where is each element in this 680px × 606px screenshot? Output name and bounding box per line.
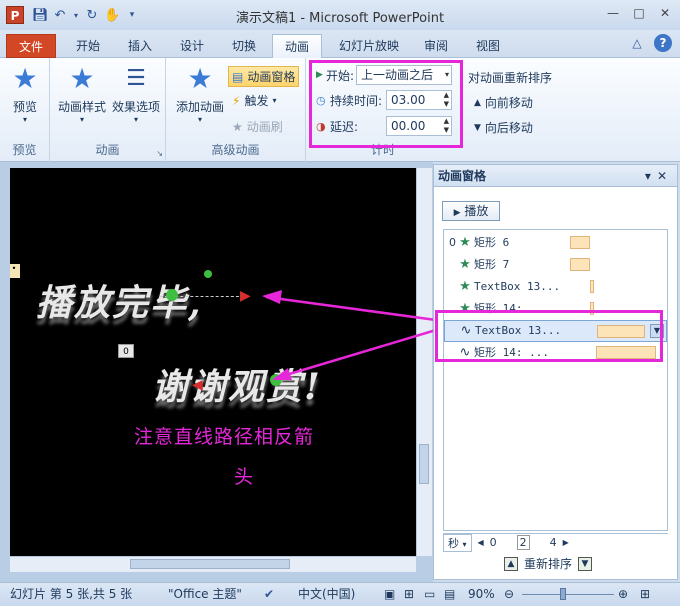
chevron-down-icon: ▾ xyxy=(462,539,467,549)
theme-status[interactable]: "Office 主题" xyxy=(168,583,242,605)
arrow-head-2 xyxy=(272,368,292,380)
timing-bar[interactable] xyxy=(570,236,590,249)
status-bar: 幻灯片 第 5 张,共 5 张 "Office 主题" ✔ 中文(中国) ▣ ⊞… xyxy=(0,582,680,606)
move-up-icon[interactable]: ▲ xyxy=(504,556,518,571)
animation-list: 0 ★ 矩形 6 ★ 矩形 7 ★ TextBox 13... ★ 矩形 14:… xyxy=(443,229,668,531)
reorder-label: 重新排序 xyxy=(524,557,573,571)
timeline-unit-select[interactable]: 秒 ▾ xyxy=(443,533,472,552)
zoom-out-icon[interactable]: ⊖ xyxy=(504,583,514,605)
arrow-head-1 xyxy=(262,290,282,304)
timeline-tick: 0 xyxy=(489,536,497,549)
play-icon: ▶ xyxy=(453,208,461,218)
timeline-ruler: 秒 ▾ ◀ 0 2 4 ▶ xyxy=(443,533,668,552)
item-label: 矩形 7 xyxy=(474,258,510,271)
timing-bar[interactable] xyxy=(570,258,590,271)
timeline-tick: 2 xyxy=(516,535,530,550)
list-item[interactable]: 0 ★ 矩形 6 xyxy=(444,232,667,254)
item-label: TextBox 13... xyxy=(474,280,561,293)
language-status[interactable]: 中文(中国) xyxy=(298,583,355,605)
pane-highlight-box xyxy=(435,310,663,362)
play-label: 播放 xyxy=(464,204,489,218)
slide-sorter-icon[interactable]: ⊞ xyxy=(404,583,414,605)
fit-to-window-icon[interactable]: ⊞ xyxy=(640,583,650,605)
timing-bar[interactable] xyxy=(590,280,594,293)
chevron-down-icon[interactable]: ▾ xyxy=(645,169,657,183)
annotation-arrow-2 xyxy=(275,328,437,380)
normal-view-icon[interactable]: ▣ xyxy=(384,583,395,605)
zoom-slider-thumb[interactable] xyxy=(560,588,566,600)
slideshow-view-icon[interactable]: ▤ xyxy=(444,583,455,605)
zoom-slider[interactable] xyxy=(522,594,614,595)
move-down-icon[interactable]: ▼ xyxy=(578,556,593,571)
list-item[interactable]: ★ 矩形 7 xyxy=(444,254,667,276)
list-item[interactable]: ★ TextBox 13... xyxy=(444,276,667,298)
animation-pane-title: 动画窗格 xyxy=(438,169,487,183)
timeline-tick: 4 xyxy=(549,536,557,549)
annotation-arrow-1 xyxy=(265,295,437,322)
item-label: 矩形 6 xyxy=(474,236,510,249)
pane-controls: ▾✕ xyxy=(645,165,673,187)
reorder-controls: ▲ 重新排序 ▼ xyxy=(504,555,593,572)
fade-star-icon: ★ xyxy=(459,235,471,250)
scroll-right-icon[interactable]: ▶ xyxy=(563,538,569,547)
item-order: 0 xyxy=(449,236,456,249)
play-button[interactable]: ▶ 播放 xyxy=(442,201,500,221)
slide-count-status: 幻灯片 第 5 张,共 5 张 xyxy=(10,587,133,601)
spellcheck-icon[interactable]: ✔ xyxy=(264,583,274,605)
zoom-in-icon[interactable]: ⊕ xyxy=(618,583,628,605)
fly-star-icon: ★ xyxy=(459,279,471,294)
animation-pane: 动画窗格 ▾✕ ▶ 播放 0 ★ 矩形 6 ★ 矩形 7 ★ TextBox 1… xyxy=(433,164,678,580)
reading-view-icon[interactable]: ▭ xyxy=(424,583,435,605)
fade-star-icon: ★ xyxy=(459,257,471,272)
timeline-unit: 秒 xyxy=(448,536,459,550)
animation-pane-header: 动画窗格 ▾✕ xyxy=(434,165,677,187)
scroll-left-icon[interactable]: ◀ xyxy=(478,538,484,547)
close-icon[interactable]: ✕ xyxy=(657,169,673,183)
zoom-level[interactable]: 90% xyxy=(468,583,495,605)
